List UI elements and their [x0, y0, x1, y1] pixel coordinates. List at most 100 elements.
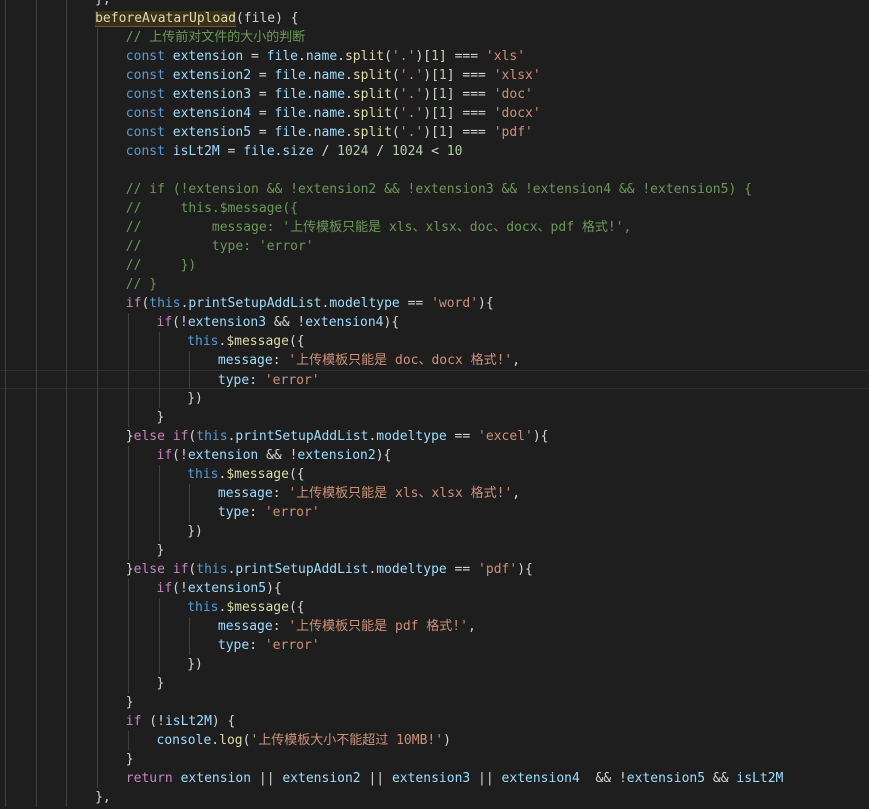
code-token: extension5 — [626, 771, 706, 786]
code-token: / — [313, 144, 338, 159]
code-token: ({ — [288, 600, 305, 615]
code-line[interactable]: // 上传前对文件的大小的判断 — [0, 28, 869, 47]
code-line[interactable]: this.$message({ — [0, 598, 869, 617]
code-token: type — [217, 638, 250, 653]
code-line-text: // } — [126, 275, 157, 294]
code-token: message — [217, 486, 273, 501]
code-line[interactable]: const isLt2M = file.size / 1024 / 1024 <… — [0, 142, 869, 161]
code-line[interactable]: } — [0, 693, 869, 712]
code-token: printSetupAddList — [235, 562, 369, 577]
code-line[interactable]: }) — [0, 655, 869, 674]
code-token: (! — [141, 714, 165, 729]
code-token: ({ — [288, 467, 305, 482]
code-token: extension — [172, 49, 244, 64]
indent-guide — [158, 598, 160, 674]
code-token: if — [125, 714, 142, 729]
code-token: } — [125, 562, 134, 577]
code-line[interactable]: }else if(this.printSetupAddList.modeltyp… — [0, 427, 869, 446]
code-token: (file) { — [235, 11, 299, 26]
code-token: file — [274, 87, 306, 102]
code-line[interactable]: } — [0, 541, 869, 560]
code-line[interactable]: if(!extension5){ — [0, 579, 869, 598]
code-line[interactable]: }, — [0, 788, 869, 807]
code-line[interactable]: // if (!extension && !extension2 && !ext… — [0, 180, 869, 199]
code-token: ){ — [383, 315, 400, 330]
code-area[interactable]: },beforeAvatarUpload(file) {// 上传前对文件的大小… — [0, 0, 869, 809]
code-token: if — [156, 581, 173, 596]
code-line[interactable]: message: '上传模板只能是 pdf 格式!', — [0, 617, 869, 636]
code-token: 'error' — [264, 638, 320, 653]
code-line[interactable]: if (!isLt2M) { — [0, 712, 869, 731]
code-line-text: } — [126, 750, 134, 769]
code-token: if — [156, 315, 173, 330]
code-token: : — [249, 638, 265, 653]
code-line-text: }else if(this.printSetupAddList.modeltyp… — [126, 560, 533, 579]
code-line[interactable]: type: 'error' — [0, 503, 869, 522]
code-line[interactable]: message: '上传模板只能是 xls、xlsx 格式!', — [0, 484, 869, 503]
code-line[interactable]: // message: '上传模板只能是 xls、xlsx、doc、docx、p… — [0, 218, 869, 237]
code-token: message — [217, 619, 273, 634]
code-token: // }) — [125, 258, 197, 273]
code-line[interactable]: if(!extension && !extension2){ — [0, 446, 869, 465]
code-token: || — [251, 771, 283, 786]
code-token: (! — [172, 448, 188, 463]
code-token: this — [187, 467, 219, 482]
code-line-text: if(!extension5){ — [157, 579, 282, 598]
code-token: . — [344, 68, 353, 83]
code-line[interactable]: type: 'error' — [0, 370, 869, 389]
code-line[interactable]: const extension = file.name.split('.')[1… — [0, 47, 869, 66]
code-line[interactable]: const extension5 = file.name.split('.')[… — [0, 123, 869, 142]
code-token: file — [274, 125, 306, 140]
code-line-text: }else if(this.printSetupAddList.modeltyp… — [126, 427, 549, 446]
code-token: // message: '上传模板只能是 xls、xlsx、doc、docx、p… — [125, 220, 632, 235]
code-token: 'pdf' — [493, 125, 533, 140]
code-line[interactable]: if(this.printSetupAddList.modeltype == '… — [0, 294, 869, 313]
code-token: = — [251, 68, 275, 83]
code-token: ( — [391, 106, 400, 121]
code-token: printSetupAddList — [235, 429, 369, 444]
code-line[interactable]: const extension2 = file.name.split('.')[… — [0, 66, 869, 85]
code-line[interactable]: } — [0, 750, 869, 769]
code-token: name — [313, 87, 345, 102]
code-token: . — [298, 49, 306, 64]
code-line[interactable]: const extension3 = file.name.split('.')[… — [0, 85, 869, 104]
code-line[interactable]: } — [0, 408, 869, 427]
code-token: split — [344, 49, 385, 64]
code-line[interactable]: console.log('上传模板大小不能超过 10MB!') — [0, 731, 869, 750]
code-token: '.' — [399, 87, 424, 102]
code-token: extension2 — [297, 448, 376, 463]
indent-guide — [5, 0, 6, 807]
code-token: extension5 — [172, 125, 252, 140]
code-line-text: } — [157, 674, 165, 693]
code-line[interactable]: }else if(this.printSetupAddList.modeltyp… — [0, 560, 869, 579]
indent-guide — [127, 446, 129, 560]
code-token: )[ — [423, 87, 439, 102]
code-line[interactable] — [0, 161, 869, 180]
code-line[interactable]: const extension4 = file.name.split('.')[… — [0, 104, 869, 123]
code-token: '.' — [399, 125, 424, 140]
code-line[interactable]: type: 'error' — [0, 636, 869, 655]
code-line[interactable]: // type: 'error' — [0, 237, 869, 256]
code-line[interactable]: beforeAvatarUpload(file) { — [0, 9, 869, 28]
code-token: . — [344, 125, 353, 140]
code-token: const — [125, 144, 173, 159]
code-line[interactable]: }) — [0, 389, 869, 408]
code-token: ] === — [446, 125, 494, 140]
code-line[interactable]: // } — [0, 275, 869, 294]
code-token: . — [344, 87, 353, 102]
code-line[interactable]: // this.$message({ — [0, 199, 869, 218]
code-editor[interactable]: },beforeAvatarUpload(file) {// 上传前对文件的大小… — [0, 0, 869, 809]
code-line[interactable]: } — [0, 674, 869, 693]
code-token: && ! — [258, 448, 298, 463]
code-line[interactable]: }, — [0, 0, 869, 9]
code-line[interactable]: return extension || extension2 || extens… — [0, 769, 869, 788]
code-token: } — [156, 410, 165, 425]
code-line[interactable]: message: '上传模板只能是 doc、docx 格式!', — [0, 351, 869, 370]
code-token: , — [467, 619, 476, 634]
code-line[interactable]: }) — [0, 522, 869, 541]
code-line[interactable]: if(!extension3 && !extension4){ — [0, 313, 869, 332]
code-line[interactable]: this.$message({ — [0, 465, 869, 484]
code-line[interactable]: this.$message({ — [0, 332, 869, 351]
code-token: 'pdf' — [478, 562, 518, 577]
code-line[interactable]: // }) — [0, 256, 869, 275]
